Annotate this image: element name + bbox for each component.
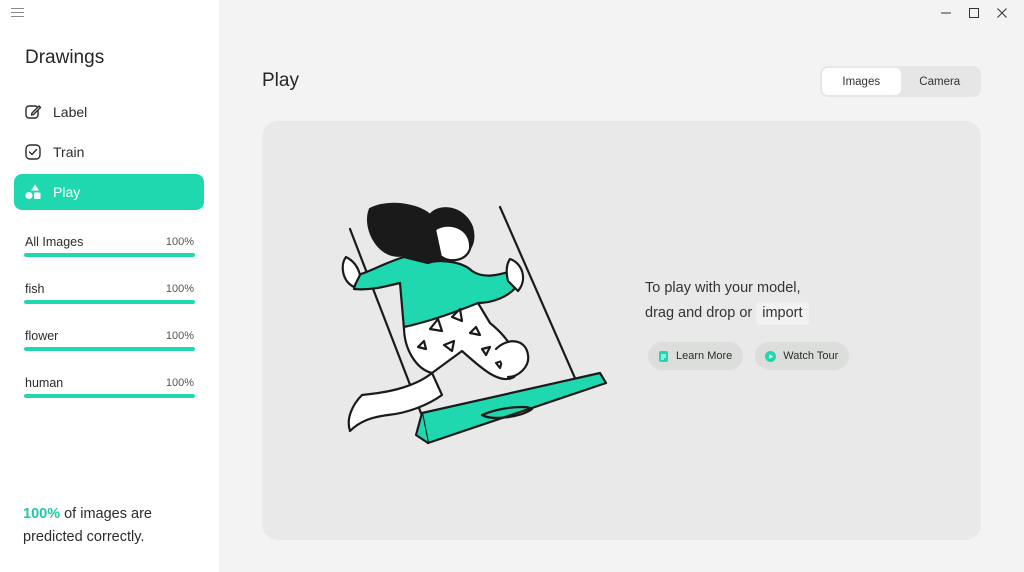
play-circle-icon <box>765 350 777 362</box>
accuracy-value: 100% <box>23 506 61 522</box>
document-icon <box>658 350 669 362</box>
label-stat-row[interactable]: All Images 100% <box>24 232 195 279</box>
import-link[interactable]: import <box>756 302 809 325</box>
close-icon[interactable] <box>988 4 1016 22</box>
nav-item-label[interactable]: Label <box>14 94 204 130</box>
nav-item-train-text: Train <box>53 144 85 160</box>
label-percent: 100% <box>165 330 194 342</box>
watch-tour-button[interactable]: Watch Tour <box>755 342 850 370</box>
accuracy-text-line2: predicted correctly. <box>23 529 145 545</box>
shapes-icon <box>24 183 42 201</box>
maximize-icon[interactable] <box>960 4 988 22</box>
accuracy-text-line1: of images are <box>60 506 152 522</box>
label-name: human <box>25 376 64 390</box>
camera-tab[interactable]: Camera <box>901 68 980 95</box>
progress-fill <box>24 253 195 257</box>
nav-item-train[interactable]: Train <box>14 134 204 170</box>
progress-bar <box>24 394 195 398</box>
accuracy-summary: 100% of images are predicted correctly. <box>23 503 203 549</box>
drop-zone[interactable]: To play with your model, drag and drop o… <box>262 121 981 540</box>
label-stat-row[interactable]: human 100% <box>24 373 195 420</box>
help-actions: Learn More Watch Tour <box>648 342 861 370</box>
progress-bar <box>24 347 195 351</box>
edit-icon <box>24 103 42 121</box>
prompt-line1: To play with your model, <box>645 280 801 296</box>
learn-more-label: Learn More <box>676 350 733 362</box>
prompt-line2: drag and drop or <box>645 305 753 321</box>
page-title: Play <box>262 70 299 91</box>
progress-bar <box>24 253 195 257</box>
minimize-icon[interactable] <box>932 4 960 22</box>
progress-bar <box>24 300 195 304</box>
hamburger-menu-icon[interactable] <box>11 8 24 19</box>
label-name: fish <box>25 282 45 296</box>
drop-prompt: To play with your model, drag and drop o… <box>645 276 809 326</box>
nav-item-play[interactable]: Play <box>14 174 204 210</box>
label-name: flower <box>25 329 59 343</box>
nav-item-play-text: Play <box>53 184 81 200</box>
sidebar: Drawings Label Train Play All Images 100… <box>0 0 219 572</box>
images-tab[interactable]: Images <box>822 68 901 95</box>
label-percent: 100% <box>165 236 194 248</box>
swing-illustration <box>341 202 608 445</box>
source-toggle: Images Camera <box>820 66 981 97</box>
label-percent: 100% <box>165 283 194 295</box>
label-percent: 100% <box>165 377 194 389</box>
label-stat-row[interactable]: flower 100% <box>24 326 195 373</box>
checkbox-icon <box>24 143 42 161</box>
progress-fill <box>24 394 195 398</box>
window-controls <box>932 4 1016 22</box>
label-stat-row[interactable]: fish 100% <box>24 279 195 326</box>
watch-tour-label: Watch Tour <box>783 350 839 362</box>
label-name: All Images <box>25 235 84 249</box>
label-stats: All Images 100% fish 100% flower 100% hu… <box>24 232 195 420</box>
app-title: Drawings <box>25 47 105 68</box>
progress-fill <box>24 300 195 304</box>
nav-item-label-text: Label <box>53 104 88 120</box>
learn-more-button[interactable]: Learn More <box>648 342 744 370</box>
nav-menu: Label Train Play <box>14 94 204 214</box>
progress-fill <box>24 347 195 351</box>
